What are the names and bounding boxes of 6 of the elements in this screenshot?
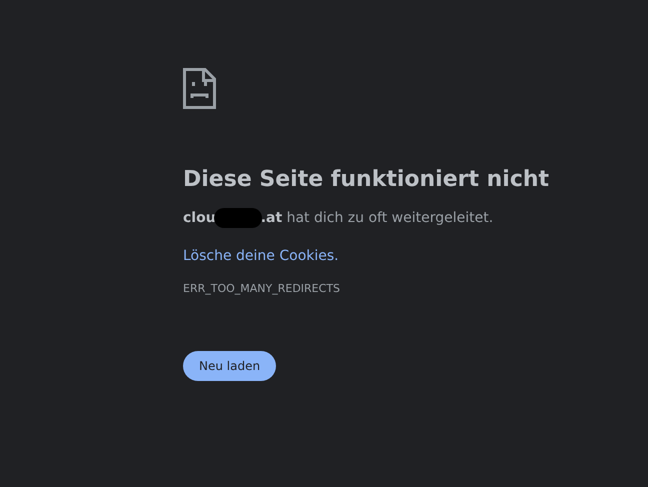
- reload-button[interactable]: Neu laden: [183, 351, 276, 381]
- error-code: ERR_TOO_MANY_REDIRECTS: [183, 281, 340, 297]
- host-name: clou: [183, 209, 216, 228]
- clear-cookies-link[interactable]: Lösche deine Cookies.: [183, 245, 339, 267]
- error-message: .at hat dich zu oft weitergeleitet.: [260, 209, 494, 228]
- error-heading: Diese Seite funktioniert nicht: [183, 166, 550, 194]
